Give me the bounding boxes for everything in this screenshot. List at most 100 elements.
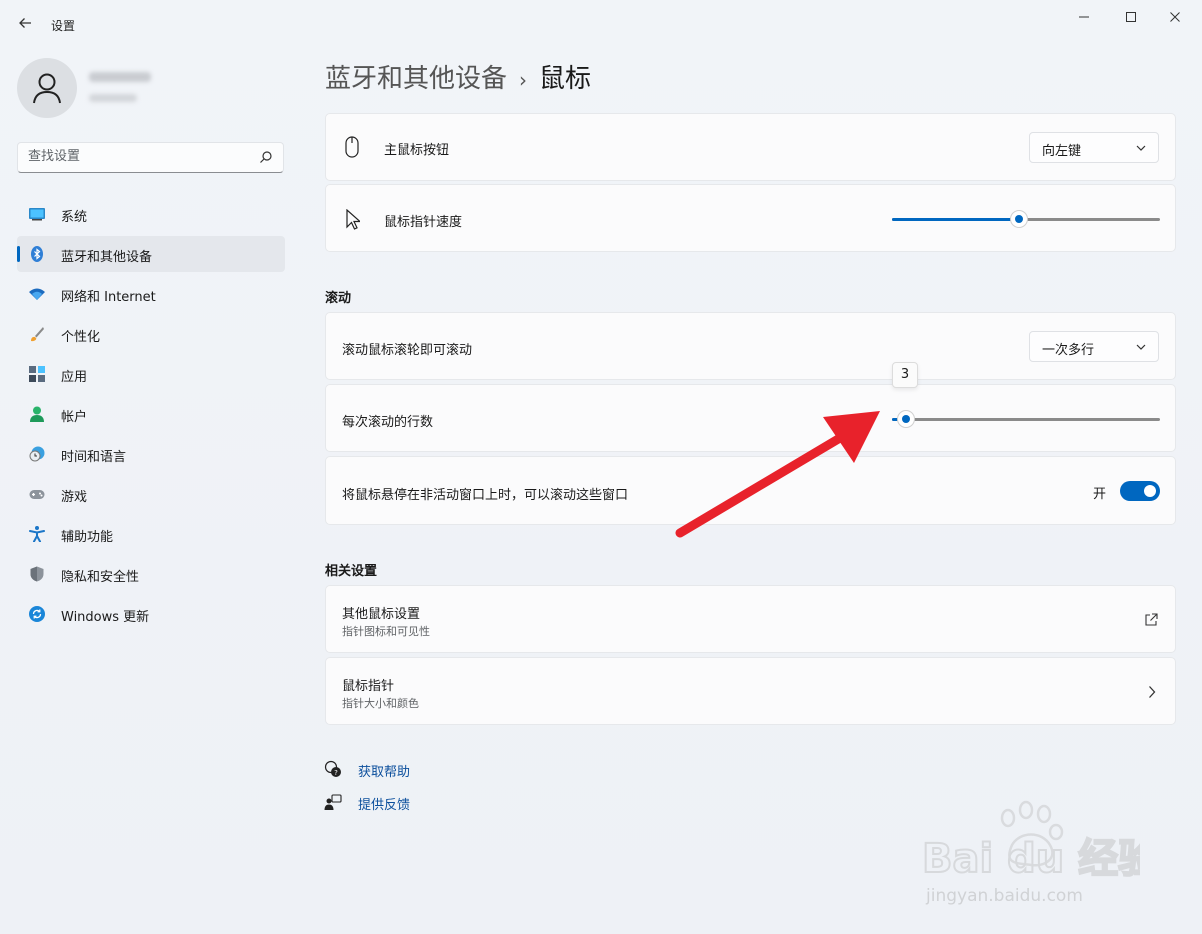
- primary-button-dropdown[interactable]: 向左键: [1029, 132, 1159, 163]
- back-arrow-icon: [19, 18, 31, 28]
- accessibility-icon: [29, 526, 45, 542]
- pointer-arrow-icon: [346, 209, 360, 230]
- sidebar-item-gaming[interactable]: 游戏: [17, 476, 285, 512]
- sidebar-item-label: 时间和语言: [61, 450, 127, 465]
- page-title: 鼠标: [539, 64, 592, 94]
- primary-button-value: 向左键: [1042, 144, 1082, 159]
- bluetooth-icon: [31, 246, 43, 262]
- mouse-pointer-sub: 指针大小和颜色: [342, 697, 419, 710]
- scroll-section-title: 滚动: [325, 291, 352, 306]
- lines-per-scroll-label: 每次滚动的行数: [342, 415, 434, 430]
- lines-per-scroll-thumb[interactable]: [897, 410, 915, 428]
- sidebar-item-accounts[interactable]: 帐户: [17, 396, 285, 432]
- other-mouse-settings-label: 其他鼠标设置: [342, 607, 421, 622]
- chevron-down-icon: [1136, 145, 1146, 151]
- mouse-icon: [345, 136, 359, 158]
- breadcrumb-separator: ›: [519, 68, 528, 92]
- brush-icon: [31, 327, 44, 342]
- sidebar-item-accessibility[interactable]: 辅助功能: [17, 516, 285, 552]
- title-bar: 设置: [0, 0, 1202, 48]
- get-help-link[interactable]: 获取帮助: [358, 761, 410, 780]
- gamepad-icon: [29, 490, 45, 499]
- mouse-pointer-row[interactable]: 鼠标指针 指针大小和颜色: [325, 657, 1176, 725]
- chevron-down-icon: [1136, 344, 1146, 350]
- sidebar-item-label: 应用: [61, 370, 88, 385]
- scroll-mode-value: 一次多行: [1042, 343, 1095, 358]
- shield-icon: [30, 566, 44, 582]
- related-section-title: 相关设置: [325, 564, 378, 579]
- scroll-mode-dropdown[interactable]: 一次多行: [1029, 331, 1159, 362]
- pointer-speed-row: 鼠标指针速度: [325, 184, 1176, 252]
- sidebar-item-label: Windows 更新: [61, 610, 150, 625]
- scroll-mode-row: 滚动鼠标滚轮即可滚动 一次多行: [325, 312, 1176, 380]
- sidebar-item-personalization[interactable]: 个性化: [17, 316, 285, 352]
- toggle-state-label: 开: [1093, 487, 1107, 502]
- scroll-mode-label: 滚动鼠标滚轮即可滚动: [342, 343, 473, 358]
- user-account-type-blurred: [89, 94, 137, 102]
- settings-window: 设置 系统 蓝牙和其他设备 网络和 Internet: [0, 0, 1202, 934]
- minimize-button[interactable]: [1061, 8, 1107, 30]
- svg-text:?: ?: [334, 769, 338, 777]
- feedback-link[interactable]: 提供反馈: [358, 794, 410, 813]
- sidebar-item-label: 蓝牙和其他设备: [61, 250, 153, 265]
- search-icon[interactable]: [259, 150, 273, 164]
- breadcrumb: 蓝牙和其他设备 › 鼠标: [325, 58, 591, 95]
- close-button[interactable]: [1152, 8, 1198, 30]
- toggle-knob: [1144, 485, 1156, 497]
- sidebar-item-label: 个性化: [61, 330, 101, 345]
- primary-button-label: 主鼠标按钮: [384, 143, 450, 158]
- active-indicator: [17, 246, 20, 262]
- pointer-speed-thumb[interactable]: [1010, 210, 1028, 228]
- help-icon: ?: [324, 760, 341, 777]
- app-title: 设置: [51, 19, 76, 33]
- sidebar-item-label: 系统: [61, 210, 88, 225]
- back-button[interactable]: [14, 14, 36, 36]
- minimize-icon: [1079, 16, 1089, 18]
- avatar[interactable]: [17, 58, 77, 118]
- inactive-scroll-toggle[interactable]: [1120, 481, 1160, 501]
- monitor-icon: [29, 208, 45, 221]
- person-icon: [33, 73, 61, 104]
- annotation-arrow: [675, 411, 880, 538]
- user-name-blurred: [89, 72, 151, 82]
- external-link-icon: [1145, 613, 1158, 626]
- sidebar-item-system[interactable]: 系统: [17, 196, 285, 232]
- close-icon: [1170, 12, 1180, 22]
- breadcrumb-parent[interactable]: 蓝牙和其他设备: [325, 64, 507, 94]
- watermark-brand: Bai du 经验: [922, 836, 1140, 882]
- pointer-speed-label: 鼠标指针速度: [384, 215, 463, 230]
- pointer-speed-fill: [892, 218, 1018, 221]
- chevron-right-icon: [1149, 686, 1156, 698]
- watermark-url: jingyan.baidu.com: [925, 886, 1083, 906]
- slider-value-tooltip: 3: [892, 362, 918, 388]
- sidebar-item-label: 帐户: [61, 410, 88, 425]
- sidebar-item-label: 辅助功能: [61, 530, 114, 545]
- sidebar-item-network[interactable]: 网络和 Internet: [17, 276, 285, 312]
- sidebar-item-label: 网络和 Internet: [61, 290, 156, 305]
- other-mouse-settings-sub: 指针图标和可见性: [342, 625, 430, 638]
- feedback-icon: [324, 794, 342, 810]
- mouse-pointer-label: 鼠标指针: [342, 679, 395, 694]
- apps-icon: [29, 366, 45, 382]
- sidebar-item-time-language[interactable]: 时间和语言: [17, 436, 285, 472]
- primary-button-row: 主鼠标按钮 向左键: [325, 113, 1176, 181]
- update-icon: [29, 606, 45, 622]
- sidebar-item-windows-update[interactable]: Windows 更新: [17, 596, 285, 632]
- search-input[interactable]: [28, 149, 248, 164]
- sidebar-item-apps[interactable]: 应用: [17, 356, 285, 392]
- sidebar-item-label: 隐私和安全性: [61, 570, 140, 585]
- baidu-watermark-logo: Bai du 经验 jingyan.baidu.com: [921, 800, 1140, 906]
- maximize-icon: [1126, 12, 1136, 22]
- lines-per-scroll-track[interactable]: [892, 418, 1160, 421]
- clock-globe-icon: [29, 446, 45, 462]
- account-icon: [30, 406, 44, 422]
- settings-search: [17, 142, 284, 173]
- wifi-icon: [29, 288, 45, 300]
- sidebar-item-label: 游戏: [61, 490, 88, 505]
- maximize-button[interactable]: [1108, 8, 1154, 30]
- inactive-scroll-label: 将鼠标悬停在非活动窗口上时，可以滚动这些窗口: [342, 488, 629, 503]
- sidebar-item-privacy[interactable]: 隐私和安全性: [17, 556, 285, 592]
- sidebar-nav: 系统 蓝牙和其他设备 网络和 Internet 个性化 应用 帐户 时间和语言: [17, 196, 285, 636]
- sidebar-item-bluetooth[interactable]: 蓝牙和其他设备: [17, 236, 285, 272]
- other-mouse-settings-row[interactable]: 其他鼠标设置 指针图标和可见性: [325, 585, 1176, 653]
